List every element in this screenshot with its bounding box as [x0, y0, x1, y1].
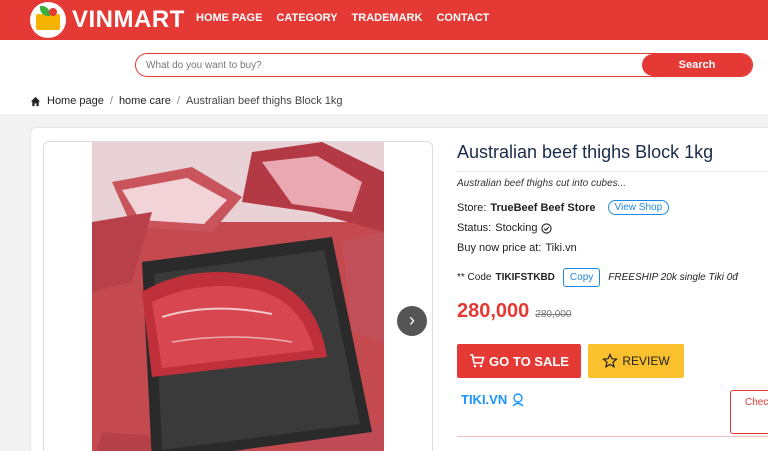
review-button[interactable]: REVIEW	[588, 344, 684, 378]
breadcrumb-separator: /	[109, 95, 113, 107]
vinmart-logo[interactable]	[30, 2, 66, 38]
review-label: REVIEW	[622, 354, 670, 368]
home-icon	[30, 96, 41, 106]
product-photo[interactable]	[92, 142, 384, 451]
go-to-sale-label: GO TO SALE	[489, 353, 569, 369]
go-to-sale-button[interactable]: GO TO SALE	[457, 344, 581, 378]
nav-category[interactable]: CATEGORY	[276, 12, 337, 24]
title-divider	[457, 171, 768, 172]
logo-roof-shape	[36, 14, 60, 30]
price-block: 280,000 280,000	[457, 300, 571, 323]
product-image-gallery: ›	[43, 141, 433, 451]
tiki-logo[interactable]: TIKI.VN	[461, 392, 525, 407]
gallery-next-button[interactable]: ›	[397, 306, 427, 336]
check-button[interactable]: Chec	[730, 390, 768, 434]
search-area: Search Home page / home care / Australia…	[0, 40, 768, 114]
breadcrumb: Home page / home care / Australian beef …	[30, 95, 343, 107]
store-row: Store: TrueBeef Beef Store View Shop	[457, 200, 670, 215]
cart-icon	[470, 354, 485, 368]
search-button[interactable]: Search	[642, 54, 752, 76]
product-title: Australian beef thighs Block 1kg	[457, 142, 714, 162]
current-price: 280,000	[457, 300, 530, 322]
nav-home-page[interactable]: HOME PAGE	[196, 12, 262, 24]
tiki-mascot-icon	[512, 392, 524, 407]
original-price: 280,000	[535, 309, 572, 320]
logo-dot-shape	[49, 8, 57, 16]
view-shop-button[interactable]: View Shop	[607, 200, 670, 215]
status-label: Status:	[457, 222, 492, 234]
status-value: Stocking	[495, 222, 538, 234]
buy-row: Buy now price at: Tiki.vn	[457, 242, 577, 254]
buy-site[interactable]: Tiki.vn	[545, 242, 576, 254]
coupon-row: ** Code TIKIFSTKBD Copy FREESHIP 20k sin…	[457, 268, 738, 287]
breadcrumb-current: Australian beef thighs Block 1kg	[185, 95, 343, 107]
buy-label: Buy now price at:	[457, 242, 542, 254]
top-navbar: VINMART HOME PAGE CATEGORY TRADEMARK CON…	[0, 0, 768, 40]
check-circle-icon	[541, 222, 553, 234]
nav-trademark[interactable]: TRADEMARK	[352, 12, 423, 24]
breadcrumb-separator: /	[176, 95, 180, 107]
product-description: Australian beef thighs cut into cubes...	[457, 178, 626, 189]
star-icon	[602, 353, 619, 369]
section-divider	[457, 436, 768, 437]
store-label: Store:	[457, 201, 487, 214]
product-card: › Australian beef thighs Block 1kg Austr…	[30, 127, 768, 451]
beef-photo-graphic	[92, 142, 384, 451]
store-name[interactable]: TrueBeef Beef Store	[490, 202, 595, 214]
tiki-logo-text: TIKI.VN	[461, 392, 508, 407]
brand-name[interactable]: VINMART	[72, 6, 185, 34]
code-label: ** Code	[457, 272, 492, 283]
copy-code-button[interactable]: Copy	[562, 268, 601, 287]
breadcrumb-home[interactable]: Home page	[47, 95, 104, 107]
chevron-right-icon: ›	[409, 310, 415, 330]
promo-text: FREESHIP 20k single Tiki 0đ	[608, 272, 738, 283]
main-nav: HOME PAGE CATEGORY TRADEMARK CONTACT	[196, 12, 489, 24]
breadcrumb-category[interactable]: home care	[119, 95, 171, 107]
code-value: TIKIFSTKBD	[495, 272, 555, 283]
nav-contact[interactable]: CONTACT	[436, 12, 489, 24]
status-row: Status: Stocking	[457, 222, 553, 234]
